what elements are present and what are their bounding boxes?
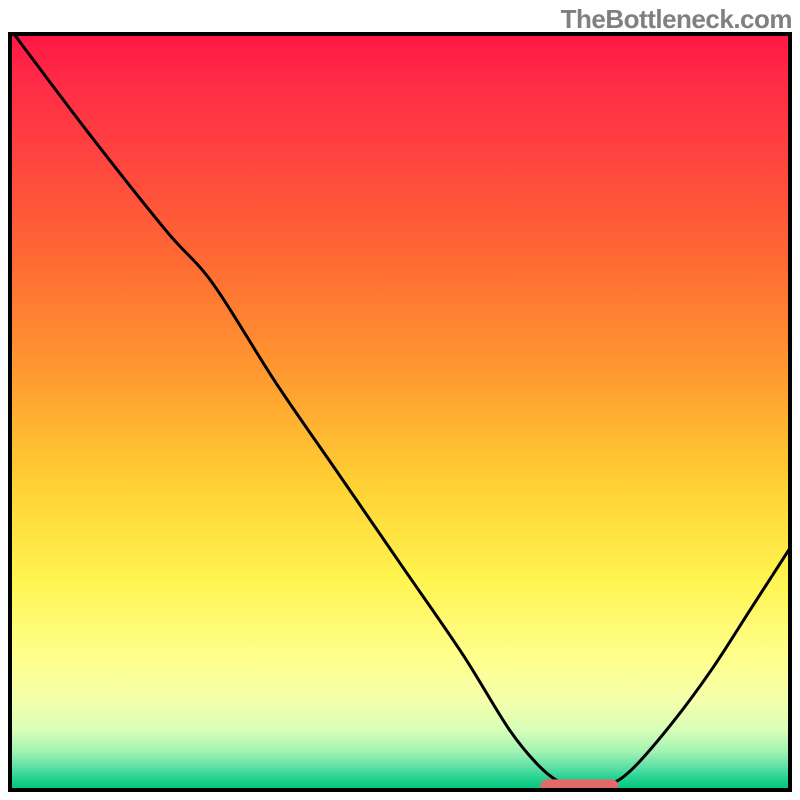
chart-svg <box>0 0 800 800</box>
gradient-background <box>10 34 790 790</box>
bottleneck-chart: TheBottleneck.com <box>0 0 800 800</box>
watermark-text: TheBottleneck.com <box>561 4 792 35</box>
